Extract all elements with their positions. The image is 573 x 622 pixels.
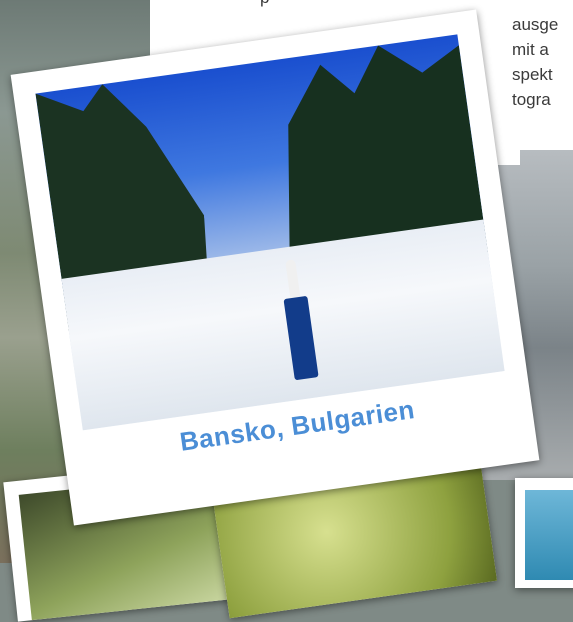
text-line: ausge bbox=[512, 15, 559, 34]
text-line: mit a bbox=[512, 40, 549, 59]
bottle-tip bbox=[285, 259, 301, 301]
article-text-top: p bbox=[260, 0, 269, 8]
polaroid-bansko: Bansko, Bulgarien bbox=[10, 9, 540, 526]
photo-ski-slope bbox=[35, 34, 505, 431]
polaroid-right-bottom bbox=[515, 478, 573, 588]
article-text: ausge mit a spekt togra bbox=[512, 12, 558, 112]
text-line: togra bbox=[512, 90, 551, 109]
text-line: spekt bbox=[512, 65, 553, 84]
photo-pool bbox=[525, 490, 573, 580]
